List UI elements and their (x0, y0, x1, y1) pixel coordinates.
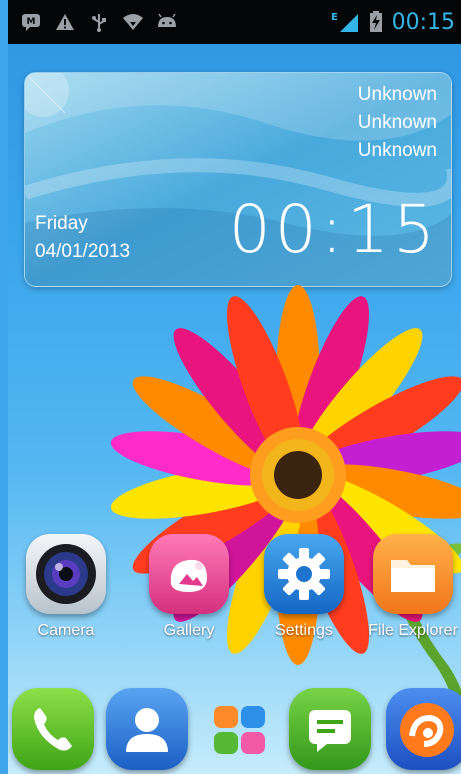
dock (8, 684, 461, 774)
app-file-explorer[interactable]: File Explorer (363, 534, 461, 640)
app-label: Camera (37, 622, 95, 639)
app-label: Settings (275, 622, 333, 639)
folder-icon (373, 534, 453, 614)
weather-line: Unknown (357, 112, 437, 133)
app-gallery[interactable]: Gallery (139, 534, 239, 640)
app-label: Gallery (163, 622, 215, 639)
message-icon: M (20, 11, 42, 33)
gallery-icon (149, 534, 229, 614)
home-screen: M E 00:15 Unknown Unknown Unknown Friday… (8, 0, 461, 774)
phone-icon[interactable] (12, 688, 94, 770)
status-clock: 00:15 (391, 9, 455, 35)
warning-icon (54, 11, 76, 33)
flower-wallpaper-image (110, 285, 461, 725)
widget-date: 04/01/2013 (35, 241, 131, 262)
battery-charging-icon (368, 11, 384, 33)
weather-line: Unknown (357, 84, 437, 105)
app-drawer-icon[interactable] (214, 706, 266, 756)
signal-icon: E (330, 11, 360, 33)
svg-text:M: M (27, 17, 36, 27)
widget-time: 00:15 (228, 191, 439, 268)
network-type: E (331, 12, 338, 23)
weather-info: Unknown Unknown Unknown (358, 81, 437, 165)
widget-day: Friday (35, 213, 88, 234)
app-settings[interactable]: Settings (254, 534, 354, 640)
settings-icon (264, 534, 344, 614)
app-camera[interactable]: Camera (16, 534, 116, 640)
weather-line: Unknown (357, 140, 437, 161)
app-icons-row: Camera Gallery Settings File Explorer (8, 534, 461, 644)
wifi-icon (122, 11, 144, 33)
contacts-icon[interactable] (106, 688, 188, 770)
usb-icon (88, 11, 110, 33)
app-label: File Explorer (368, 622, 458, 639)
clock-weather-widget[interactable]: Unknown Unknown Unknown Friday 04/01/201… (24, 72, 452, 287)
uc-browser-icon[interactable] (386, 688, 461, 770)
status-bar[interactable]: M E 00:15 (8, 0, 461, 44)
android-icon (156, 11, 178, 33)
camera-icon (26, 534, 106, 614)
messaging-icon[interactable] (289, 688, 371, 770)
